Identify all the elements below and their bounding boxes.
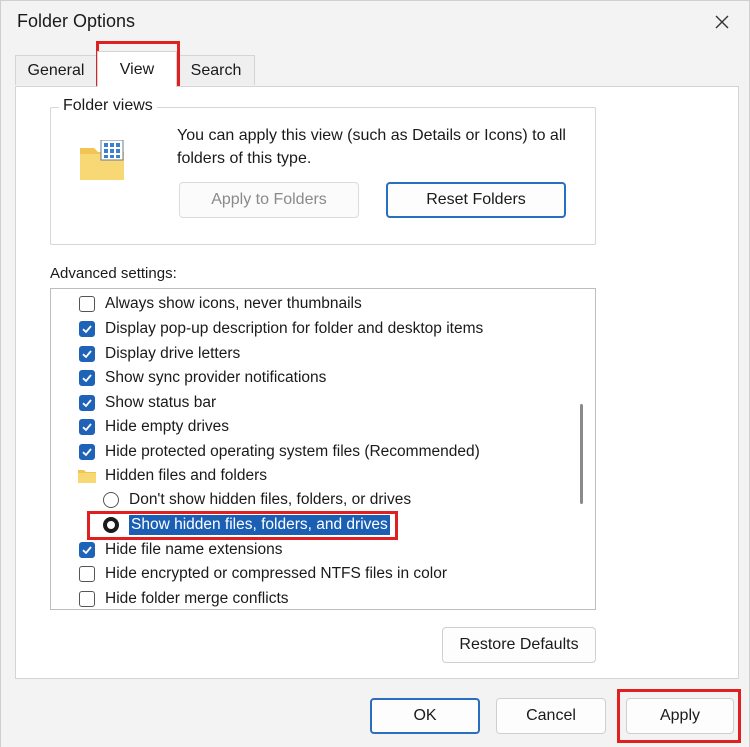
cancel-button[interactable]: Cancel [496, 698, 606, 734]
list-item-label: Don't show hidden files, folders, or dri… [129, 491, 412, 508]
close-button[interactable] [705, 7, 739, 37]
checkbox-checked[interactable] [79, 321, 95, 337]
close-icon [715, 15, 729, 29]
title-bar: Folder Options [1, 1, 749, 45]
advanced-settings-list[interactable]: Always show icons, never thumbnails Disp… [50, 288, 596, 610]
tab-view-label: View [119, 60, 155, 78]
ok-button[interactable]: OK [370, 698, 480, 734]
radio-button-selected[interactable] [103, 517, 119, 533]
list-item-label: Display drive letters [105, 345, 241, 362]
reset-folders-button[interactable]: Reset Folders [386, 182, 566, 218]
list-item[interactable]: Hide file name extensions [51, 538, 571, 562]
list-item[interactable]: Hide empty drives [51, 415, 571, 439]
list-item-label: Hide protected operating system files (R… [105, 443, 480, 460]
list-item-label: Display pop-up description for folder an… [105, 320, 484, 337]
checkbox[interactable] [79, 591, 95, 607]
list-item-label: Show sync provider notifications [105, 369, 327, 386]
folder-views-group: Folder views You can apply this view (su… [50, 97, 596, 245]
checkbox-checked[interactable] [79, 419, 95, 435]
restore-defaults-button[interactable]: Restore Defaults [442, 627, 596, 663]
folder-view-icon [80, 140, 124, 180]
tab-general-label: General [27, 61, 85, 79]
list-item[interactable]: Display drive letters [51, 342, 571, 366]
view-tab-panel: Folder views You can apply this view (su… [15, 86, 739, 679]
list-item[interactable]: Show sync provider notifications [51, 366, 571, 390]
checkbox-checked[interactable] [79, 444, 95, 460]
advanced-settings-label: Advanced settings: [50, 265, 177, 282]
checkmark-icon [82, 350, 92, 359]
list-item-label: Hide empty drives [105, 418, 230, 435]
list-item[interactable]: Hide folder merge conflicts [51, 587, 571, 609]
checkmark-icon [82, 399, 92, 408]
checkmark-icon [82, 448, 92, 457]
list-item[interactable]: Don't show hidden files, folders, or dri… [51, 488, 571, 512]
list-item[interactable]: Hide encrypted or compressed NTFS files … [51, 562, 571, 586]
list-item-label: Show status bar [105, 394, 217, 411]
checkbox-checked[interactable] [79, 370, 95, 386]
window-title: Folder Options [17, 11, 136, 31]
list-item-label: Hidden files and folders [105, 467, 267, 484]
list-item-selected[interactable]: Show hidden files, folders, and drives [51, 513, 571, 537]
list-item[interactable]: Display pop-up description for folder an… [51, 317, 571, 341]
list-item[interactable]: Always show icons, never thumbnails [51, 292, 571, 316]
checkmark-icon [82, 423, 92, 432]
list-item-label: Hide encrypted or compressed NTFS files … [105, 565, 447, 582]
apply-button[interactable]: Apply [626, 698, 734, 734]
folder-icon [78, 470, 96, 483]
list-item-label: Show hidden files, folders, and drives [129, 515, 390, 535]
checkbox-checked[interactable] [79, 395, 95, 411]
scrollbar-thumb[interactable] [580, 404, 583, 504]
list-item[interactable]: Hide protected operating system files (R… [51, 440, 571, 464]
list-item-label: Hide folder merge conflicts [105, 590, 289, 607]
tab-search-label: Search [190, 61, 242, 79]
tab-general[interactable]: General [15, 55, 97, 85]
checkmark-icon [82, 325, 92, 334]
list-item[interactable]: Show status bar [51, 391, 571, 415]
list-item-label: Always show icons, never thumbnails [105, 295, 362, 312]
folder-views-legend: Folder views [59, 97, 157, 115]
list-item-group: Hidden files and folders [51, 464, 571, 488]
list-item-label: Hide file name extensions [105, 541, 283, 558]
checkbox[interactable] [79, 296, 95, 312]
checkmark-icon [82, 374, 92, 383]
folder-options-dialog: Folder Options General View Search Folde… [0, 0, 750, 747]
tab-view[interactable]: View [97, 51, 177, 87]
radio-button[interactable] [103, 492, 119, 508]
tab-search[interactable]: Search [177, 55, 255, 85]
apply-to-folders-button[interactable]: Apply to Folders [179, 182, 359, 218]
folder-views-description: You can apply this view (such as Details… [177, 127, 566, 167]
checkbox-checked[interactable] [79, 346, 95, 362]
checkbox[interactable] [79, 566, 95, 582]
checkbox-checked[interactable] [79, 542, 95, 558]
checkmark-icon [82, 546, 92, 555]
